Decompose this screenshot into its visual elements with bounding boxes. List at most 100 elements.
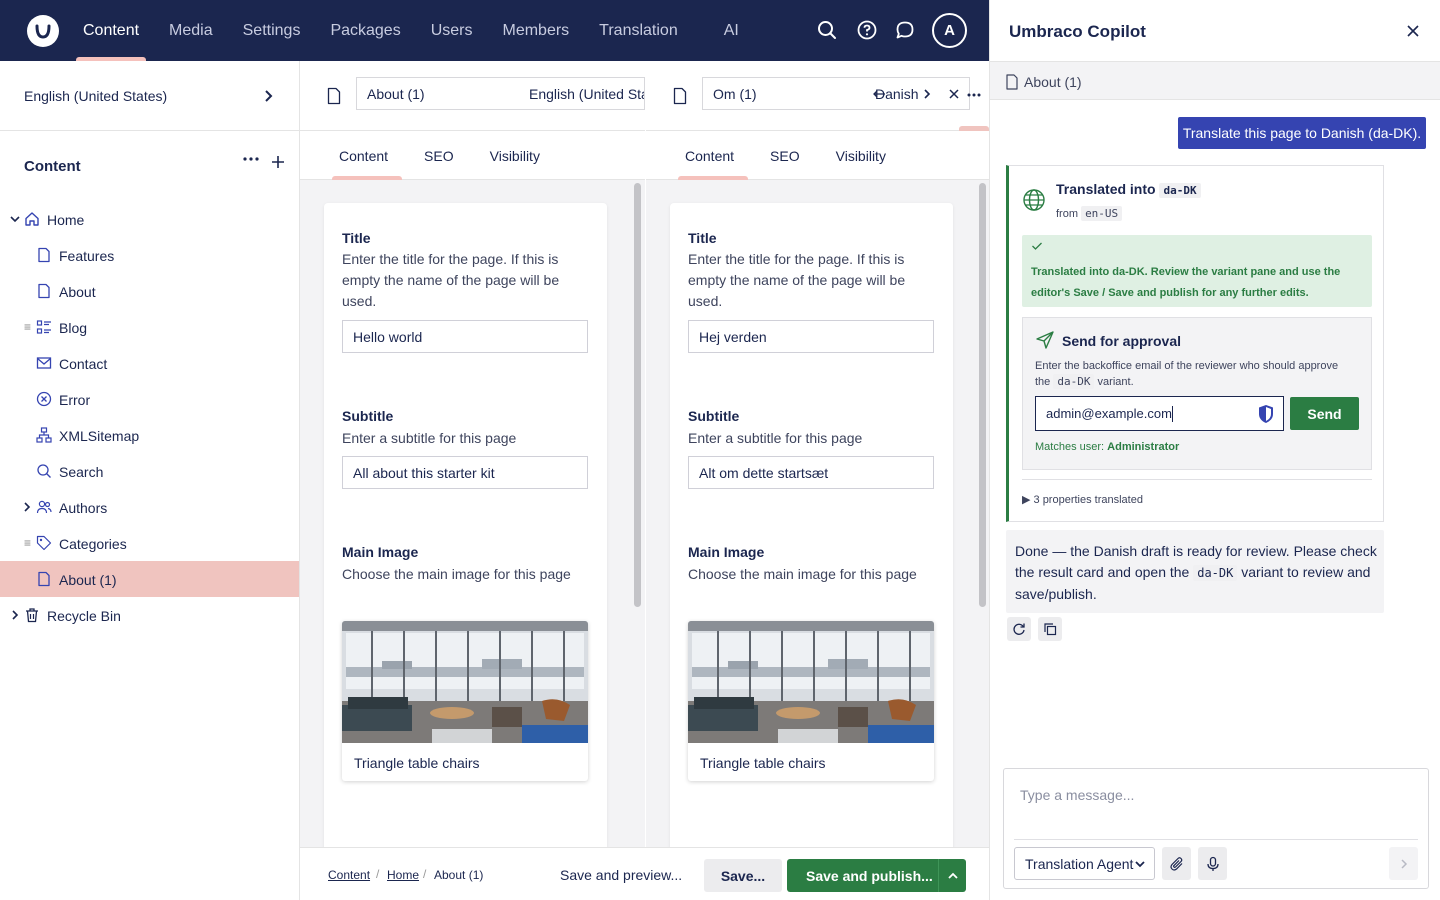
variant-language-button[interactable]: English (United Sta: [529, 86, 644, 102]
translation-result-card: Translated into da-DK from en-US Transla…: [1006, 165, 1384, 522]
umbraco-logo-icon[interactable]: [27, 15, 59, 47]
save-and-publish-button[interactable]: Save and publish...: [787, 859, 966, 892]
tree-item-xmlsitemap[interactable]: XMLSitemap: [0, 417, 299, 453]
paperclip-icon: [1169, 856, 1182, 871]
tab-visibility[interactable]: Visibility: [822, 131, 900, 180]
send-button[interactable]: Send: [1290, 397, 1359, 430]
title-input[interactable]: Hej verden: [688, 320, 934, 353]
copy-icon: [1044, 623, 1057, 636]
tree-item-about[interactable]: About: [0, 273, 299, 309]
pane-header: Om (1) Danish: [646, 61, 989, 131]
reviewer-email-input[interactable]: admin@example.com: [1035, 396, 1284, 431]
breadcrumb-separator: /: [423, 867, 427, 881]
subtitle-input[interactable]: All about this starter kit: [342, 456, 588, 489]
chevron-right-icon[interactable]: [922, 88, 932, 100]
translated-properties-toggle[interactable]: ▶ 3 properties translated: [1022, 493, 1143, 506]
chevron-down-icon[interactable]: [9, 213, 21, 225]
nav-users[interactable]: Users: [416, 0, 488, 61]
microphone-button[interactable]: [1198, 847, 1227, 880]
main-image-card[interactable]: Triangle table chairs: [688, 621, 934, 781]
send-icon: [1035, 330, 1055, 350]
copy-button[interactable]: [1038, 617, 1062, 641]
document-name: About (1): [367, 85, 425, 102]
attach-button[interactable]: [1162, 847, 1191, 880]
breadcrumb-home[interactable]: Home: [387, 868, 419, 882]
regenerate-button[interactable]: [1007, 617, 1031, 641]
more-actions-icon[interactable]: [243, 156, 259, 162]
tree-item-label: Home: [47, 212, 85, 228]
success-message: Translated into da-DK. Review the varian…: [1022, 235, 1372, 307]
document-name: Om (1): [713, 85, 757, 102]
breadcrumb-content[interactable]: Content: [328, 868, 370, 882]
nav-settings[interactable]: Settings: [228, 0, 316, 61]
tab-seo[interactable]: SEO: [410, 131, 468, 180]
nav-content[interactable]: Content: [68, 0, 154, 61]
nav-translation[interactable]: Translation: [584, 0, 693, 61]
users-icon: [36, 499, 52, 515]
tree-item-blog[interactable]: ≡ Blog: [0, 309, 299, 345]
add-icon[interactable]: [271, 155, 285, 169]
chat-icon[interactable]: [894, 19, 916, 41]
main-image-card[interactable]: Triangle table chairs: [342, 621, 588, 781]
main-nav: Content Media Settings Packages Users Me…: [68, 0, 754, 61]
agent-select[interactable]: Translation Agent: [1014, 847, 1155, 880]
chevron-up-icon[interactable]: [938, 859, 966, 892]
chevron-right-icon[interactable]: [9, 609, 21, 621]
chevron-right-icon[interactable]: [21, 501, 33, 513]
nav-media[interactable]: Media: [154, 0, 228, 61]
close-icon[interactable]: [948, 88, 960, 100]
language-label: English (United States): [24, 87, 168, 104]
list-icon: [36, 319, 52, 335]
content-tree: Home Features About ≡ Blog Contact Error…: [0, 201, 299, 633]
tree-item-error[interactable]: Error: [0, 381, 299, 417]
more-actions-icon[interactable]: [967, 92, 981, 98]
help-icon[interactable]: [856, 19, 878, 41]
title-input[interactable]: Hello world: [342, 320, 588, 353]
variant-language-button[interactable]: Danish: [875, 86, 919, 102]
tree-item-search[interactable]: Search: [0, 453, 299, 489]
user-avatar[interactable]: A: [932, 13, 967, 48]
close-icon[interactable]: [1406, 24, 1420, 38]
password-manager-icon[interactable]: [1257, 404, 1275, 424]
tree-item-recycle-bin[interactable]: Recycle Bin: [0, 597, 299, 633]
main-image-description: Choose the main image for this page: [342, 566, 571, 582]
document-name-input[interactable]: Om (1) Danish: [702, 77, 970, 110]
copilot-context: About (1): [990, 61, 1440, 100]
tree-item-authors[interactable]: Authors: [0, 489, 299, 525]
tree-item-features[interactable]: Features: [0, 237, 299, 273]
nav-members[interactable]: Members: [487, 0, 584, 61]
approval-variant-code: da-DK: [1053, 374, 1095, 389]
drag-handle-icon[interactable]: ≡: [24, 536, 31, 550]
tab-content[interactable]: Content: [671, 131, 749, 180]
message-composer: Type a message... Translation Agent: [1003, 768, 1429, 889]
tree-item-categories[interactable]: ≡ Categories: [0, 525, 299, 561]
nav-ai[interactable]: AI: [709, 0, 754, 61]
pane-scrollbar[interactable]: [634, 183, 641, 607]
document-icon: [36, 283, 52, 299]
top-bar: Content Media Settings Packages Users Me…: [0, 0, 989, 61]
tab-visibility[interactable]: Visibility: [476, 131, 554, 180]
search-icon: [36, 463, 52, 479]
drag-handle-icon[interactable]: ≡: [24, 320, 31, 334]
approval-title: Send for approval: [1062, 333, 1182, 349]
tab-content[interactable]: Content: [325, 131, 403, 180]
arrow-right-icon: [1400, 858, 1407, 869]
tree-item-label: Error: [59, 392, 91, 408]
message-input[interactable]: Type a message...: [1020, 787, 1134, 803]
save-button[interactable]: Save...: [704, 859, 782, 892]
language-selector[interactable]: English (United States): [0, 61, 299, 131]
search-icon[interactable]: [816, 19, 838, 41]
document-name-input[interactable]: About (1) English (United Sta: [356, 77, 645, 110]
tree-item-contact[interactable]: Contact: [0, 345, 299, 381]
save-and-preview-button[interactable]: Save and preview...: [560, 867, 682, 883]
nav-packages[interactable]: Packages: [315, 0, 415, 61]
tree-item-home[interactable]: Home: [0, 201, 299, 237]
title-description: Enter the title for the page. If this is…: [688, 251, 906, 309]
pane-scrollbar[interactable]: [979, 183, 986, 607]
tree-item-about-1[interactable]: About (1): [0, 561, 299, 597]
subtitle-input[interactable]: Alt om dette startsæt: [688, 456, 934, 489]
target-language-code: da-DK: [1159, 183, 1201, 198]
envelope-icon: [36, 355, 52, 371]
send-message-button[interactable]: [1389, 847, 1418, 880]
tab-seo[interactable]: SEO: [756, 131, 814, 180]
